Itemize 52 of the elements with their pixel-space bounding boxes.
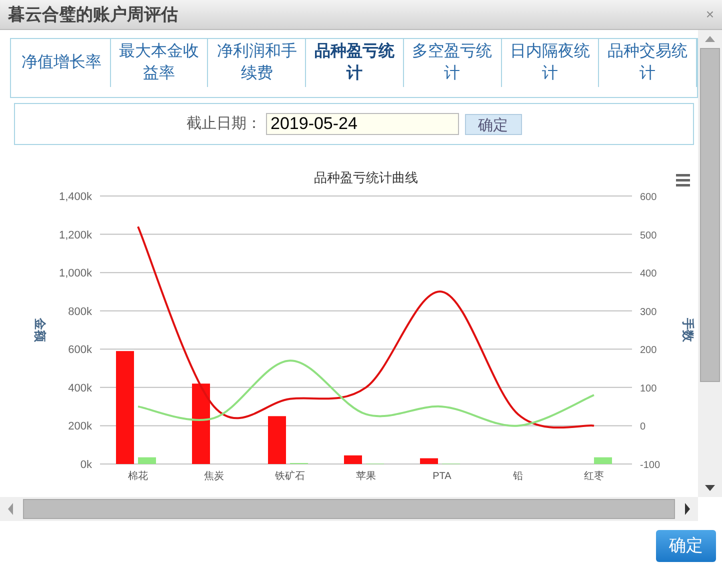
bar: [594, 457, 612, 464]
menu-icon[interactable]: [676, 174, 690, 186]
bar: [420, 458, 438, 464]
chart-title: 品种盈亏统计曲线: [314, 170, 418, 185]
axis-tick-label: 600: [640, 192, 657, 203]
tab[interactable]: 品种盈亏统计: [306, 39, 404, 87]
axis-tick-label: 400: [640, 268, 657, 280]
axis-tick-label: 1,400k: [58, 191, 92, 203]
tab[interactable]: 净利润和手续费: [208, 39, 306, 87]
category-label: 棉花: [128, 471, 148, 482]
scroll-left-icon[interactable]: [8, 503, 13, 515]
date-field[interactable]: 2019-05-24: [266, 113, 458, 135]
bar: [344, 455, 362, 464]
axis-tick-label: 1,000k: [58, 268, 92, 280]
axis-tick-label: 600k: [68, 344, 92, 356]
category-label: PTA: [432, 471, 452, 482]
axis-tick-label: 400k: [68, 382, 92, 394]
axis-title: 金额: [33, 318, 47, 342]
horizontal-scrollbar[interactable]: [0, 497, 698, 521]
axis-tick-label: 200: [640, 345, 657, 356]
scroll-up-icon[interactable]: [705, 36, 715, 42]
tab[interactable]: 净值增长率: [13, 39, 111, 87]
axis-tick-label: 0k: [80, 459, 92, 471]
scroll-right-icon[interactable]: [685, 503, 690, 515]
tab[interactable]: 日内隔夜统计: [502, 39, 600, 87]
confirm-button[interactable]: 确定: [464, 114, 522, 134]
category-label: 苹果: [356, 471, 376, 482]
vertical-scrollbar[interactable]: [698, 30, 722, 497]
scroll-down-icon[interactable]: [705, 485, 715, 491]
category-label: 焦炭: [204, 471, 224, 482]
axis-tick-label: -100: [640, 460, 660, 471]
confirm-button[interactable]: 确定: [656, 530, 716, 562]
tab[interactable]: 最大本金收益率: [110, 39, 208, 87]
bar: [138, 457, 156, 464]
axis-tick-label: 800k: [68, 306, 92, 318]
axis-tick-label: 300: [640, 306, 657, 318]
tab[interactable]: 多空盈亏统计: [404, 39, 502, 87]
window-title: 暮云合璧的账户周评估: [8, 4, 178, 26]
axis-title: 手数: [681, 318, 695, 342]
tab[interactable]: 品种交易统计: [599, 39, 698, 87]
axis-tick-label: 1,200k: [58, 229, 92, 242]
scroll-thumb[interactable]: [700, 48, 720, 382]
category-label: 红枣: [584, 471, 604, 482]
category-label: 铅: [513, 471, 523, 482]
axis-tick-label: 500: [640, 230, 657, 242]
axis-tick-label: 0: [640, 422, 646, 433]
axis-tick-label: 100: [640, 383, 657, 394]
category-label: 铁矿石: [275, 471, 305, 482]
scroll-thumb[interactable]: [23, 499, 675, 519]
axis-tick-label: 200k: [68, 420, 92, 433]
date-label: 截止日期：: [186, 114, 262, 134]
bar: [268, 416, 286, 464]
